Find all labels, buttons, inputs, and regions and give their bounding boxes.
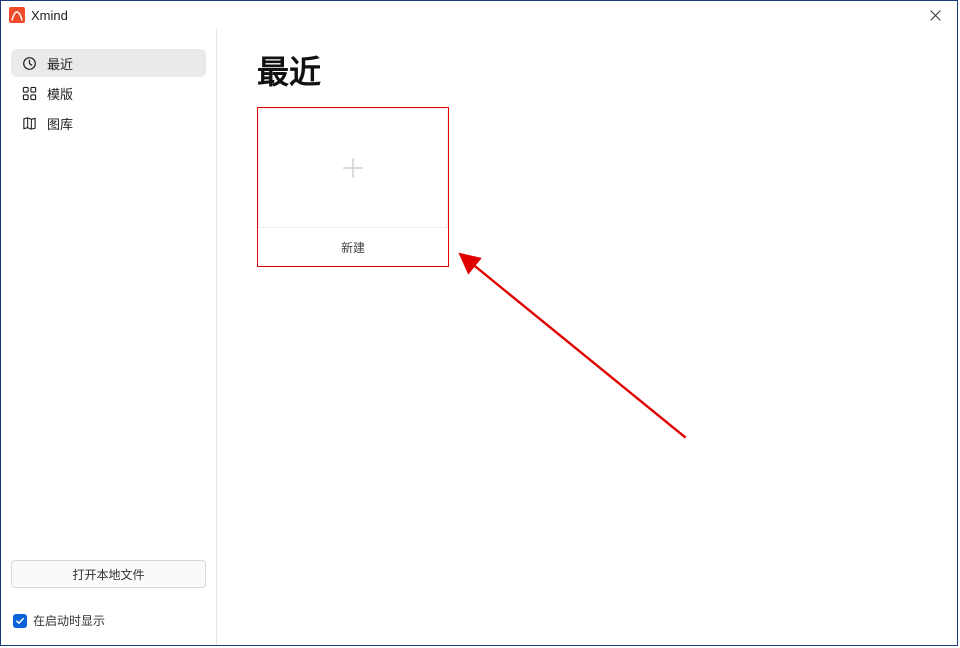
sidebar-nav: 最近 模版 [11,49,206,137]
close-icon [930,10,941,21]
new-card[interactable]: 新建 [257,107,449,267]
close-button[interactable] [919,4,951,26]
plus-icon [338,153,368,183]
clock-icon [21,55,37,71]
show-on-startup-row: 在启动时显示 [11,612,206,635]
cards-grid: 新建 [257,107,917,267]
show-on-startup-checkbox[interactable] [13,614,27,628]
sidebar-item-label: 图库 [47,114,73,133]
sidebar: 最近 模版 [1,29,217,645]
app-window: Xmind 最近 [0,0,958,646]
sidebar-item-gallery[interactable]: 图库 [11,109,206,137]
open-local-file-label: 打开本地文件 [72,566,144,583]
app-title: Xmind [31,8,68,23]
main-area: 最近 新建 [217,29,957,645]
titlebar: Xmind [1,1,957,29]
open-local-file-button[interactable]: 打开本地文件 [11,560,206,588]
sidebar-item-recent[interactable]: 最近 [11,49,206,77]
new-card-thumb [258,108,448,228]
new-card-caption: 新建 [258,228,448,266]
sidebar-item-label: 最近 [47,54,73,73]
map-icon [21,115,37,131]
grid-icon [21,85,37,101]
check-icon [15,616,25,626]
app-body: 最近 模版 [1,29,957,645]
page-title: 最近 [257,47,917,93]
sidebar-item-label: 模版 [47,84,73,103]
sidebar-item-templates[interactable]: 模版 [11,79,206,107]
show-on-startup-label: 在启动时显示 [33,612,105,629]
app-icon [9,7,25,23]
